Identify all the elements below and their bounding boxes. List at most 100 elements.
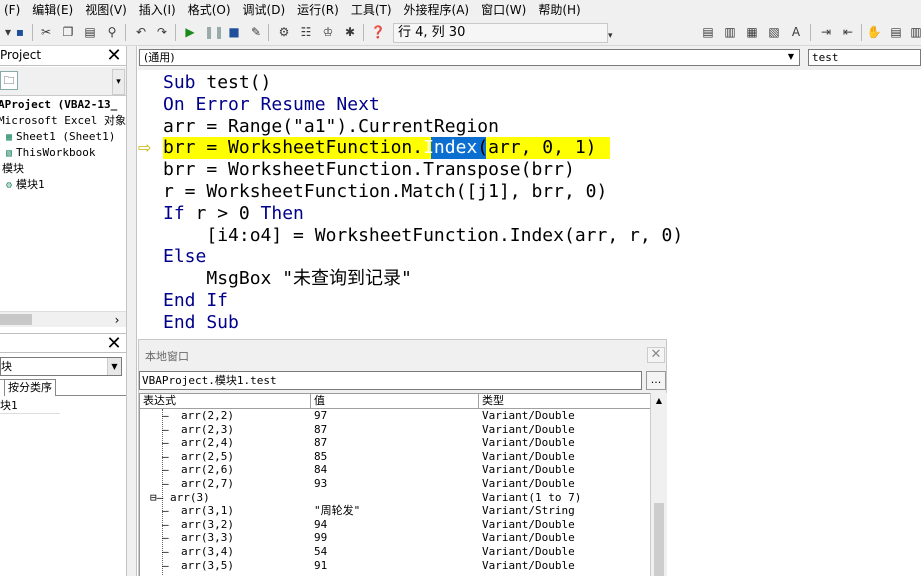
menu-view[interactable]: 视图(V) [79,0,133,20]
locals-row[interactable]: — arr(2,7) 93 Variant/Double [140,477,650,491]
chevron-down-icon[interactable]: ▼ [783,49,799,64]
menu-insert[interactable]: 插入(I) [133,0,182,20]
help-icon[interactable]: ❓ [370,24,386,40]
code-line[interactable]: End If [163,290,228,312]
code-line[interactable]: r = WorksheetFunction.Match([j1], brr, 0… [163,181,607,203]
menu-edit[interactable]: 编辑(E) [26,0,79,20]
chevron-down-icon[interactable]: ▼ [107,358,121,375]
run-icon[interactable]: ▶ [182,24,198,40]
locals-context-field[interactable]: VBAProject.模块1.test [139,371,642,390]
quick-info-icon[interactable]: ▦ [744,24,760,40]
breakpoint-icon[interactable]: ✋ [866,24,882,40]
code-line[interactable]: brr = WorksheetFunction.Transpose(brr) [163,159,575,181]
toolbox-icon[interactable]: ✱ [342,24,358,40]
locals-row[interactable]: — arr(3,3) 99 Variant/Double [140,531,650,545]
locals-close-icon[interactable]: ✕ [647,347,665,363]
design-mode-icon[interactable]: ✎ [248,24,264,40]
project-explorer-icon[interactable]: ⚙ [276,24,292,40]
call-stack-button[interactable]: ... [646,371,666,390]
locals-grid[interactable]: 表达式 值 类型 — arr(2,2) 97 Variant/Double — arr… [139,393,651,576]
vscrollbar-thumb[interactable] [654,503,664,576]
locals-value[interactable]: 87 [314,436,327,450]
code-line[interactable]: arr = Range("a1").CurrentRegion [163,116,499,138]
menu-debug[interactable]: 调试(D) [237,0,292,20]
parameter-info-icon[interactable]: ▧ [766,24,782,40]
procedure-combo[interactable]: test [808,49,921,66]
properties-pane-close-icon[interactable]: ✕ [104,335,124,353]
code-line[interactable]: Else [163,246,206,268]
locals-row[interactable]: — arr(3,1) "周轮发" Variant/String [140,504,650,518]
copy-icon[interactable]: ❐ [60,24,76,40]
redo-icon[interactable]: ↷ [154,24,170,40]
code-line-current[interactable]: brr = WorksheetFunction.Index(arr, 0, 1) [163,137,597,159]
menu-run[interactable]: 运行(R) [291,0,345,20]
code-line[interactable]: On Error Resume Next [163,94,380,116]
locals-row[interactable]: — arr(2,6) 84 Variant/Double [140,463,650,477]
indent-icon[interactable]: ⇥ [818,24,834,40]
find-icon[interactable]: ⚲ [104,24,120,40]
tree-item-sheet1[interactable]: ▦ Sheet1 (Sheet1) [2,129,115,145]
tree-item-thisworkbook[interactable]: ▧ ThisWorkbook [2,145,96,161]
locals-row[interactable]: — arr(2,2) 97 Variant/Double [140,409,650,423]
locals-value[interactable]: 84 [314,463,327,477]
save-icon[interactable]: ▪ [12,24,28,40]
code-line[interactable]: End Sub [163,312,239,334]
menu-format[interactable]: 格式(O) [182,0,237,20]
toggle-folders-icon[interactable]: 🗀 [0,71,18,90]
tree-item-project[interactable]: AProject (VBA2-13_ [0,97,117,113]
menu-addins[interactable]: 外接程序(A) [398,0,476,20]
object-combo[interactable]: (通用) [139,49,800,66]
project-pane-hscrollbar[interactable]: › [0,311,126,327]
hscrollbar-thumb[interactable] [0,314,32,325]
scroll-right-icon[interactable]: › [109,312,125,328]
list-constants-icon[interactable]: ▥ [722,24,738,40]
undo-icon[interactable]: ↶ [133,24,149,40]
properties-icon[interactable]: ☷ [298,24,314,40]
complete-word-icon[interactable]: A [788,24,804,40]
locals-row[interactable]: — arr(3,4) 54 Variant/Double [140,545,650,559]
project-pane-scroll-arrow-icon[interactable]: ▾ [112,69,125,95]
column-header-expression[interactable]: 表达式 [140,394,311,409]
outdent-icon[interactable]: ⇤ [840,24,856,40]
project-pane-close-icon[interactable]: ✕ [104,47,124,65]
column-header-type[interactable]: 类型 [479,394,650,409]
menu-tools[interactable]: 工具(T) [345,0,398,20]
code-line[interactable]: Sub test() [163,72,271,94]
locals-row[interactable]: — arr(2,4) 87 Variant/Double [140,436,650,450]
locals-value[interactable]: 97 [314,409,327,423]
tree-item-modules[interactable]: 模块 [2,161,24,177]
locals-value[interactable]: 91 [314,559,327,573]
locals-row[interactable]: ⊟— arr(3) Variant(1 to 7) [140,491,650,505]
collapse-icon[interactable]: ⊟— [150,491,163,505]
locals-row[interactable]: — arr(3,2) 94 Variant/Double [140,518,650,532]
properties-row[interactable]: 块1 [0,398,60,414]
properties-object-select[interactable]: 块 ▼ [0,357,122,376]
locals-value[interactable]: 93 [314,477,327,491]
locals-row[interactable]: — arr(2,5) 85 Variant/Double [140,450,650,464]
locals-value[interactable]: 85 [314,450,327,464]
locals-row[interactable]: — arr(3,5) 91 Variant/Double [140,559,650,573]
locals-row[interactable]: — arr(2,3) 87 Variant/Double [140,423,650,437]
uncomment-block-icon[interactable]: ▥ [908,24,921,40]
pane-splitter[interactable] [126,46,137,576]
reset-icon[interactable]: ■ [226,24,242,40]
locals-value[interactable]: 87 [314,423,327,437]
code-line[interactable]: [i4:o4] = WorksheetFunction.Index(arr, r… [163,225,683,247]
menu-file[interactable]: (F) [0,0,26,20]
locals-value[interactable]: 54 [314,545,327,559]
code-line[interactable]: If r > 0 Then [163,203,304,225]
locals-value[interactable]: "周轮发" [314,504,360,518]
paste-icon[interactable]: ▤ [82,24,98,40]
tab-categorized[interactable]: 按分类序 [4,379,56,396]
locals-vscrollbar[interactable]: ▲ [650,393,667,576]
comment-block-icon[interactable]: ▤ [888,24,904,40]
list-properties-icon[interactable]: ▤ [700,24,716,40]
toolbar-options-icon[interactable]: ▾ [608,23,618,43]
tree-item-excel-objects[interactable]: Microsoft Excel 对象 [0,113,126,129]
tree-item-module1[interactable]: ⚙ 模块1 [2,177,45,193]
locals-value[interactable]: 99 [314,531,327,545]
code-line[interactable]: MsgBox "未查询到记录" [163,268,412,290]
menu-help[interactable]: 帮助(H) [532,0,586,20]
pause-icon[interactable]: ❚❚ [204,24,224,40]
locals-value[interactable]: 94 [314,518,327,532]
